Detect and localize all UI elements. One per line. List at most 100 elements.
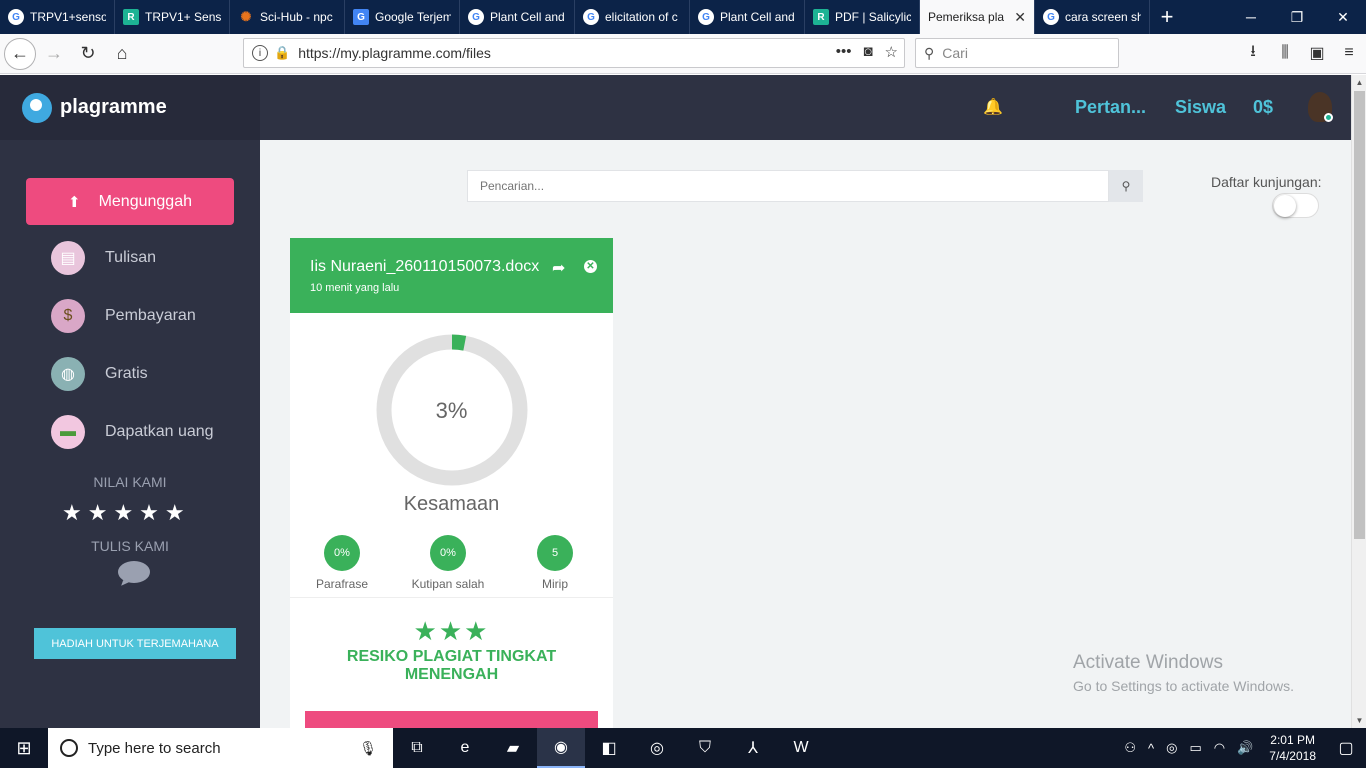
browser-tab[interactable]: Gcara screen sh bbox=[1035, 0, 1150, 34]
clock-date: 7/4/2018 bbox=[1269, 749, 1316, 763]
word-icon[interactable]: W bbox=[777, 728, 825, 768]
chrome-tray-icon[interactable]: ◎ bbox=[1160, 740, 1183, 756]
forward-button[interactable]: → bbox=[38, 38, 70, 70]
bell-icon[interactable]: 🔔 bbox=[983, 97, 1003, 117]
close-icon[interactable]: ✕ bbox=[584, 260, 597, 273]
browser-search-placeholder: Cari bbox=[942, 45, 968, 61]
wifi-icon[interactable]: ◠ bbox=[1208, 740, 1231, 756]
watermark-subtitle: Go to Settings to activate Windows. bbox=[1073, 678, 1294, 694]
close-window-button[interactable]: ✕ bbox=[1320, 0, 1366, 34]
upload-button[interactable]: ⬆ Mengunggah bbox=[26, 178, 234, 225]
home-button[interactable]: ⌂ bbox=[106, 38, 138, 70]
similarity-percent: 3% bbox=[435, 398, 468, 423]
microphone-icon[interactable]: 🎙 bbox=[359, 740, 377, 757]
google-icon: G bbox=[698, 9, 714, 25]
edge-icon[interactable]: e bbox=[441, 728, 489, 768]
clock-time: 2:01 PM bbox=[1270, 733, 1315, 747]
file-time: 10 menit yang lalu bbox=[310, 282, 400, 294]
library-icon[interactable]: ⫼ bbox=[1276, 38, 1294, 68]
task-view-icon[interactable]: ⧉ bbox=[393, 728, 441, 768]
scroll-thumb[interactable] bbox=[1354, 91, 1365, 539]
browser-tab[interactable]: Gelicitation of c bbox=[575, 0, 690, 34]
browser-search-box[interactable]: ⚲ Cari bbox=[915, 38, 1119, 68]
topbar-link-siswa[interactable]: Siswa bbox=[1175, 97, 1226, 118]
url-bar[interactable]: i 🔒 https://my.plagramme.com/files ••• ◙… bbox=[243, 38, 905, 68]
page-actions-icon[interactable]: ••• bbox=[836, 43, 852, 61]
browser-tab-strip: G TRPV1+senso R TRPV1+ Sens ✺ Sci-Hub - npc… bbox=[0, 0, 1366, 34]
google-icon: G bbox=[8, 9, 24, 25]
sidebar-item-dapatkan-uang[interactable]: ▬ Dapatkan uang bbox=[51, 415, 214, 449]
sidebar-item-label: Gratis bbox=[105, 365, 148, 382]
notification-icon[interactable]: ▢ bbox=[1326, 728, 1366, 768]
app-topbar: 🔔 Pertan... Siswa 0$ bbox=[260, 75, 1351, 140]
topbar-link-pertanyaan[interactable]: Pertan... bbox=[1075, 97, 1146, 118]
browser-tab[interactable]: ✺ Sci-Hub - npc bbox=[230, 0, 345, 34]
back-button[interactable]: ← bbox=[4, 37, 36, 70]
page-scrollbar[interactable]: ▲ ▼ bbox=[1351, 75, 1366, 728]
browser-tab[interactable]: G Plant Cell and bbox=[460, 0, 575, 34]
google-icon: G bbox=[468, 9, 484, 25]
pocket-icon[interactable]: ◙ bbox=[863, 43, 872, 61]
browser-tab[interactable]: R TRPV1+ Sens bbox=[115, 0, 230, 34]
sidebar-toggle-icon[interactable]: ▣ bbox=[1308, 38, 1326, 68]
metric-label: Kutipan salah bbox=[411, 577, 485, 591]
notes-app-icon[interactable]: ◧ bbox=[585, 728, 633, 768]
chrome-icon[interactable]: ◎ bbox=[633, 728, 681, 768]
metric-value: 0% bbox=[430, 535, 466, 571]
browser-tab[interactable]: G TRPV1+senso bbox=[0, 0, 115, 34]
browser-tab[interactable]: G Google Terjem bbox=[345, 0, 460, 34]
download-icon[interactable]: ⭳ bbox=[1244, 38, 1262, 68]
search-icon: ⚲ bbox=[1121, 179, 1131, 193]
scroll-down-icon[interactable]: ▼ bbox=[1352, 713, 1366, 728]
reload-button[interactable]: ↻ bbox=[72, 38, 104, 70]
metric-value: 5 bbox=[537, 535, 573, 571]
search-button[interactable]: ⚲ bbox=[1109, 170, 1143, 202]
close-tab-icon[interactable]: ✕ bbox=[1014, 9, 1026, 26]
visits-toggle[interactable] bbox=[1272, 193, 1319, 218]
google-translate-icon: G bbox=[353, 9, 369, 25]
minimize-button[interactable]: ─ bbox=[1228, 0, 1274, 34]
file-explorer-icon[interactable]: ▰ bbox=[489, 728, 537, 768]
show-hidden-icons-icon[interactable]: ^ bbox=[1142, 741, 1160, 756]
info-icon[interactable]: i bbox=[252, 45, 268, 61]
write-us-title: TULIS KAMI bbox=[91, 538, 169, 554]
share-icon[interactable]: ➦ bbox=[552, 258, 565, 278]
chat-icon[interactable] bbox=[118, 561, 150, 583]
people-icon[interactable]: ⚇ bbox=[1118, 740, 1142, 756]
menu-icon[interactable]: ≡ bbox=[1340, 38, 1358, 68]
browser-tab[interactable]: R PDF | Salicylic bbox=[805, 0, 920, 34]
firefox-icon[interactable]: ◉ bbox=[537, 728, 585, 768]
new-tab-button[interactable]: + bbox=[1150, 0, 1184, 34]
file-search-input[interactable] bbox=[467, 170, 1109, 202]
file-name[interactable]: Iis Nuraeni_260110150073.docx bbox=[310, 258, 593, 276]
scroll-up-icon[interactable]: ▲ bbox=[1352, 75, 1366, 90]
windows-start-icon[interactable]: ⊞ bbox=[0, 728, 48, 768]
sidebar-item-gratis[interactable]: ◍ Gratis bbox=[51, 357, 148, 391]
browser-tab[interactable]: G Plant Cell and bbox=[690, 0, 805, 34]
battery-icon[interactable]: ▭ bbox=[1183, 740, 1207, 756]
restore-button[interactable]: ❐ bbox=[1274, 0, 1320, 34]
reward-translation-button[interactable]: HADIAH UNTUK TERJEMAHANA bbox=[34, 628, 236, 659]
card-action-button[interactable] bbox=[305, 711, 598, 728]
security-app-icon[interactable]: ⛉ bbox=[681, 728, 729, 768]
acrobat-icon[interactable]: ⅄ bbox=[729, 728, 777, 768]
clock[interactable]: 2:01 PM 7/4/2018 bbox=[1259, 732, 1326, 764]
rating-stars[interactable]: ★★★★★ bbox=[62, 500, 191, 526]
browser-tab-active[interactable]: Pemeriksa pla ✕ bbox=[920, 0, 1035, 34]
watermark-title: Activate Windows bbox=[1073, 652, 1223, 673]
researchgate-icon: R bbox=[123, 9, 139, 25]
metric-parafrase: 0% Parafrase bbox=[302, 535, 382, 591]
url-actions: ••• ◙ ☆ bbox=[836, 43, 898, 61]
volume-icon[interactable]: 🔊 bbox=[1231, 740, 1259, 756]
sidebar-item-tulisan[interactable]: ▤ Tulisan bbox=[51, 241, 156, 275]
activate-windows-watermark: Activate Windows Go to Settings to activ… bbox=[1073, 652, 1294, 694]
sidebar-item-pembayaran[interactable]: $ Pembayaran bbox=[51, 299, 196, 333]
rate-us-title: NILAI KAMI bbox=[93, 474, 167, 490]
metric-label: Mirip bbox=[542, 577, 568, 591]
balance-display[interactable]: 0$ bbox=[1253, 97, 1273, 118]
file-card[interactable]: Iis Nuraeni_260110150073.docx 10 menit y… bbox=[290, 238, 613, 728]
logo[interactable]: plagramme bbox=[0, 75, 260, 140]
google-icon: G bbox=[1043, 9, 1059, 25]
taskbar-search[interactable]: Type here to search 🎙 bbox=[48, 728, 393, 768]
bookmark-star-icon[interactable]: ☆ bbox=[885, 43, 898, 61]
